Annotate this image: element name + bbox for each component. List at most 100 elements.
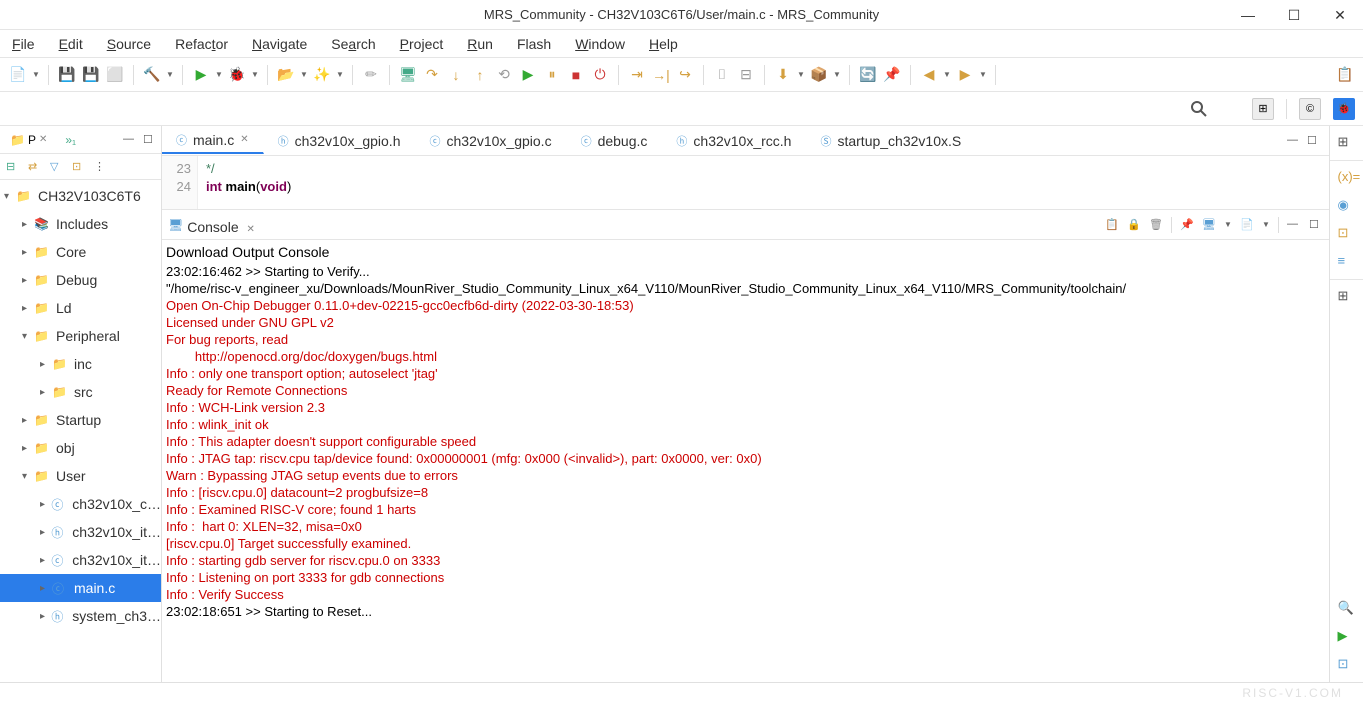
clipboard-icon[interactable]: 📋 [1105, 218, 1119, 232]
console-min-icon[interactable]: — [1287, 218, 1301, 232]
lock-scroll-icon[interactable]: 🔒 [1127, 218, 1141, 232]
step-out-icon[interactable]: ↑ [470, 65, 490, 85]
save-icon[interactable]: 💾 [57, 65, 77, 85]
menu-window[interactable]: Window [575, 36, 625, 52]
tree-node-ch32v10xit[interactable]: ▸ⓗch32v10x_it… [0, 518, 161, 546]
tree-node-user[interactable]: ▾📁User [0, 462, 161, 490]
box-icon[interactable]: 📦 [809, 65, 829, 85]
maximize-button[interactable]: ☐ [1271, 0, 1317, 30]
menu-search[interactable]: Search [331, 36, 375, 52]
editor-tab-ch32v10xgpioc[interactable]: ⓒch32v10x_gpio.c [416, 128, 567, 154]
link-editor-icon[interactable]: ⇄ [28, 160, 42, 174]
editor-body[interactable]: 23 24 */ int main(void) [162, 156, 1329, 210]
editor-tab-startupch32v10xs[interactable]: Ⓢstartup_ch32v10x.S [806, 128, 976, 154]
console-close-icon[interactable]: ✕ [247, 224, 255, 235]
restore-view-icon[interactable]: ⊞ [1338, 134, 1356, 152]
clear-console-icon[interactable]: 🗑 [1149, 218, 1163, 232]
tree-node-ch32v10xc[interactable]: ▸ⓒch32v10x_c… [0, 490, 161, 518]
back-nav-icon[interactable]: ◀ [919, 65, 939, 85]
new-console-icon[interactable]: 📄 [1240, 218, 1254, 232]
menu-project[interactable]: Project [400, 36, 444, 52]
download-icon[interactable]: ⬇ [773, 65, 793, 85]
tree-node-systemch3[interactable]: ▸ⓗsystem_ch3… [0, 602, 161, 630]
memory-view-icon[interactable]: ⊡ [1338, 656, 1356, 674]
clipboard-icon[interactable]: 📋 [1335, 65, 1355, 85]
menu-source[interactable]: Source [107, 36, 151, 52]
tool-icon[interactable]: ✏ [361, 65, 381, 85]
save-all-icon[interactable]: 💾 [81, 65, 101, 85]
editor-tab-ch32v10xgpioh[interactable]: ⓗch32v10x_gpio.h [264, 128, 416, 154]
tree-node-inc[interactable]: ▸📁inc [0, 350, 161, 378]
menu-edit[interactable]: Edit [59, 36, 83, 52]
tab-close-icon[interactable]: ✕ [240, 134, 248, 145]
project-explorer-tab[interactable]: 📁 P ✕ [4, 131, 53, 149]
menu-refactor[interactable]: Refactor [175, 36, 228, 52]
breakpoint-tab[interactable]: »₁ [59, 131, 82, 149]
editor-tab-debugc[interactable]: ⓒdebug.c [567, 128, 663, 154]
console-max-icon[interactable]: ☐ [1309, 218, 1323, 232]
tree-node-obj[interactable]: ▸📁obj [0, 434, 161, 462]
executables-view-icon[interactable]: ▶ [1338, 628, 1356, 646]
tree-node-src[interactable]: ▸📁src [0, 378, 161, 406]
stop-icon[interactable]: ■ [566, 65, 586, 85]
tree-node-ld[interactable]: ▸📁Ld [0, 294, 161, 322]
minimize-pane-icon[interactable]: — [123, 133, 137, 147]
display-icon[interactable]: 🖥 [1202, 218, 1216, 232]
step-into-icon[interactable]: ↓ [446, 65, 466, 85]
filter-icon[interactable]: ⊟ [736, 65, 756, 85]
disconnect-icon[interactable]: ⏻ [590, 65, 610, 85]
restart-icon[interactable]: ⟲ [494, 65, 514, 85]
tree-root[interactable]: ▾ 📁 CH32V103C6T6 [0, 182, 161, 210]
menu-navigate[interactable]: Navigate [252, 36, 307, 52]
perspective-debug-button[interactable]: 🐞 [1333, 98, 1355, 120]
search-view-icon[interactable]: 🔍 [1338, 600, 1356, 618]
new-icon[interactable]: 📄 [8, 65, 28, 85]
menu-flash[interactable]: Flash [517, 36, 551, 52]
open-folder-icon[interactable]: 📂 [276, 65, 296, 85]
tree-node-includes[interactable]: ▸📚Includes [0, 210, 161, 238]
wand-icon[interactable]: ✨ [312, 65, 332, 85]
collapse-all-icon[interactable]: ⊟ [6, 160, 20, 174]
more-icon[interactable]: ⋮ [94, 160, 108, 174]
editor-tab-ch32v10xrcch[interactable]: ⓗch32v10x_rcc.h [662, 128, 806, 154]
tree-node-debug[interactable]: ▸📁Debug [0, 266, 161, 294]
tree-node-mainc[interactable]: ▸ⓒmain.c [0, 574, 161, 602]
run-to-icon[interactable]: →| [651, 65, 671, 85]
arrow-icon[interactable]: ↪ [675, 65, 695, 85]
skip-icon[interactable]: ⇥ [627, 65, 647, 85]
minimize-button[interactable]: — [1225, 0, 1271, 30]
tree-node-core[interactable]: ▸📁Core [0, 238, 161, 266]
debug-icon[interactable]: 🐞 [227, 65, 247, 85]
console-body[interactable]: Download Output Console 23:02:16:462 >> … [162, 240, 1329, 682]
tree-node-peripheral[interactable]: ▾📁Peripheral [0, 322, 161, 350]
editor-max-icon[interactable]: ☐ [1307, 134, 1321, 148]
fwd-nav-icon[interactable]: ▶ [955, 65, 975, 85]
code-area[interactable]: */ int main(void) [198, 156, 1329, 209]
terminal-icon[interactable]: ⌷ [712, 65, 732, 85]
run-icon[interactable]: ▶ [191, 65, 211, 85]
restore-pane-icon[interactable]: ☐ [143, 133, 157, 147]
editor-tab-mainc[interactable]: ⓒmain.c✕ [162, 128, 264, 154]
filter-tree-icon[interactable]: ▽ [50, 160, 64, 174]
restore-icon-2[interactable]: ⊞ [1338, 288, 1356, 306]
menu-help[interactable]: Help [649, 36, 678, 52]
binary-icon[interactable]: ⬜ [105, 65, 125, 85]
perspective-open-icon[interactable]: ⊞ [1252, 98, 1274, 120]
refresh-icon[interactable]: 🔄 [858, 65, 878, 85]
new-dropdown[interactable]: ▼ [32, 70, 40, 79]
tab-close-icon[interactable]: ✕ [39, 134, 47, 145]
pin-icon[interactable]: 📌 [882, 65, 902, 85]
perspective-c-button[interactable]: © [1299, 98, 1321, 120]
expressions-view-icon[interactable]: ⊡ [1338, 225, 1356, 243]
build-icon[interactable]: 🔨 [142, 65, 162, 85]
step-over-icon[interactable]: ↷ [422, 65, 442, 85]
view-menu-icon[interactable]: ⊡ [72, 160, 86, 174]
close-button[interactable]: ✕ [1317, 0, 1363, 30]
menu-file[interactable]: File [12, 36, 35, 52]
pin-console-icon[interactable]: 📌 [1180, 218, 1194, 232]
tree-node-startup[interactable]: ▸📁Startup [0, 406, 161, 434]
resume-icon[interactable]: ▶ [518, 65, 538, 85]
menu-run[interactable]: Run [467, 36, 493, 52]
pause-icon[interactable]: ⏸ [542, 65, 562, 85]
breakpoints-view-icon[interactable]: ◉ [1338, 197, 1356, 215]
